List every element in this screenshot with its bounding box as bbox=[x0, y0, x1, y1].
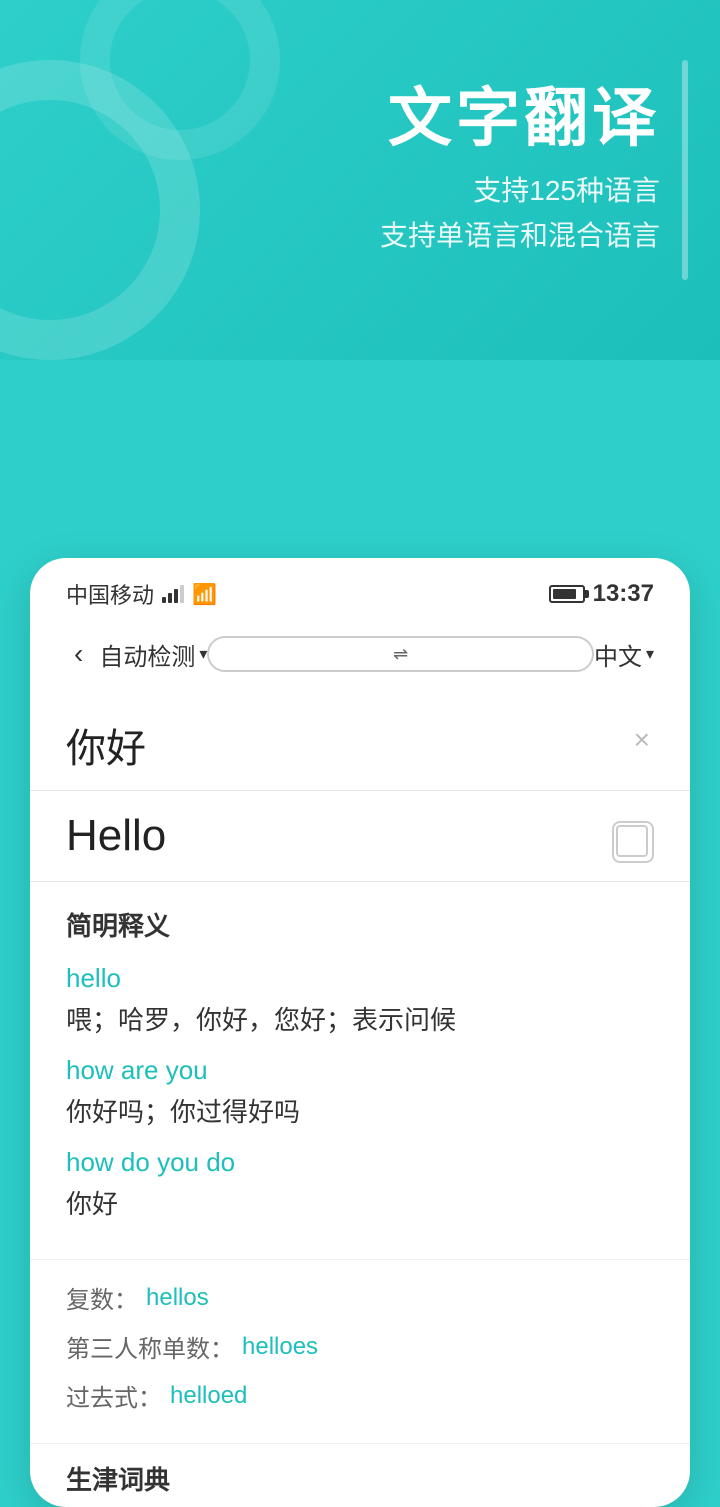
dictionary-title: 简明释义 bbox=[66, 906, 654, 943]
dict-term-2[interactable]: how do you do bbox=[66, 1147, 654, 1178]
input-row: 你好 × bbox=[66, 716, 654, 774]
header-subtitle: 支持125种语言 支持单语言和混合语言 bbox=[0, 169, 660, 259]
target-lang-selector[interactable]: 中文 ▾ bbox=[594, 637, 654, 672]
input-text[interactable]: 你好 bbox=[66, 716, 630, 774]
morph-label-2: 过去式： bbox=[66, 1378, 162, 1413]
morph-value-0[interactable]: hellos bbox=[146, 1284, 209, 1312]
morph-value-1[interactable]: helloes bbox=[242, 1333, 318, 1361]
dictionary-section: 简明释义 hello 喂；哈罗，你好，您好；表示问候 how are you 你… bbox=[30, 882, 690, 1259]
main-card: 中国移动 📶 13:37 ‹ 自动检测 ▾ ⇌ bbox=[30, 558, 690, 1507]
wifi-icon: 📶 bbox=[192, 582, 217, 607]
source-lang-selector[interactable]: 自动检测 ▾ bbox=[99, 637, 207, 672]
morphology-section: 复数： hellos 第三人称单数： helloes 过去式： helloed bbox=[30, 1259, 690, 1443]
morph-label-1: 第三人称单数： bbox=[66, 1329, 234, 1364]
battery-icon bbox=[549, 585, 585, 603]
copy-button[interactable] bbox=[612, 821, 654, 863]
morph-row-2: 过去式： helloed bbox=[66, 1378, 654, 1413]
status-right: 13:37 bbox=[549, 580, 654, 608]
header-section: 文字翻译 支持125种语言 支持单语言和混合语言 bbox=[0, 0, 720, 258]
header-subtitle-line1: 支持125种语言 bbox=[0, 169, 660, 214]
header-title: 文字翻译 bbox=[0, 80, 660, 157]
result-text: Hello bbox=[66, 811, 654, 861]
morph-label-0: 复数： bbox=[66, 1280, 138, 1315]
dict-def-2: 你好 bbox=[66, 1184, 654, 1221]
copy-icon bbox=[619, 828, 647, 856]
dict-entry-1: how are you 你好吗；你过得好吗 bbox=[66, 1055, 654, 1129]
dict-term-0[interactable]: hello bbox=[66, 963, 654, 994]
dict-def-1: 你好吗；你过得好吗 bbox=[66, 1092, 654, 1129]
swap-button[interactable]: ⇌ bbox=[207, 636, 594, 672]
source-lang-label: 自动检测 bbox=[99, 637, 195, 672]
header-divider bbox=[682, 60, 688, 280]
carrier-label: 中国移动 bbox=[66, 578, 154, 610]
morph-row-0: 复数： hellos bbox=[66, 1280, 654, 1315]
dict-term-1[interactable]: how are you bbox=[66, 1055, 654, 1086]
more-title: 生津词典 bbox=[66, 1460, 654, 1497]
input-section: 你好 × bbox=[30, 696, 690, 791]
dict-entry-0: hello 喂；哈罗，你好，您好；表示问候 bbox=[66, 963, 654, 1037]
back-button[interactable]: ‹ bbox=[66, 630, 91, 678]
target-lang-label: 中文 bbox=[594, 637, 642, 672]
dict-entry-2: how do you do 你好 bbox=[66, 1147, 654, 1221]
signal-icon bbox=[162, 585, 184, 603]
status-left: 中国移动 📶 bbox=[66, 578, 217, 610]
header-subtitle-line2: 支持单语言和混合语言 bbox=[0, 214, 660, 259]
target-lang-arrow: ▾ bbox=[646, 644, 654, 664]
morph-value-2[interactable]: helloed bbox=[170, 1382, 247, 1410]
result-section: Hello bbox=[30, 791, 690, 882]
swap-icon: ⇌ bbox=[393, 644, 408, 665]
clear-button[interactable]: × bbox=[630, 720, 654, 760]
more-section: 生津词典 bbox=[30, 1443, 690, 1507]
time-label: 13:37 bbox=[593, 580, 654, 608]
source-lang-arrow: ▾ bbox=[199, 644, 207, 664]
nav-bar: ‹ 自动检测 ▾ ⇌ 中文 ▾ bbox=[30, 620, 690, 696]
morph-row-1: 第三人称单数： helloes bbox=[66, 1329, 654, 1364]
status-bar: 中国移动 📶 13:37 bbox=[30, 558, 690, 620]
dict-def-0: 喂；哈罗，你好，您好；表示问候 bbox=[66, 1000, 654, 1037]
